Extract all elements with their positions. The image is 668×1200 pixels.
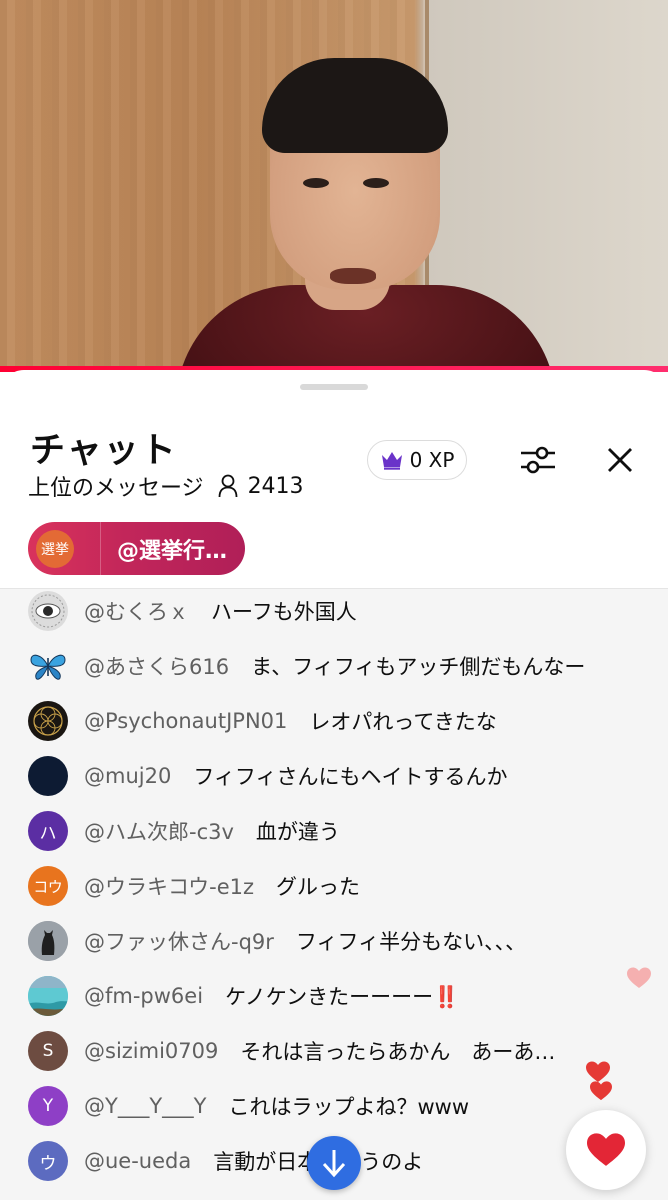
pinned-message-chip[interactable]: 選挙 @選挙行…: [28, 522, 245, 575]
floating-heart-icon: [627, 967, 651, 988]
message-text: グルった: [276, 875, 361, 899]
message-text: フィフィ半分もない、、、: [295, 930, 527, 954]
list-item[interactable]: @ファッ休さん-q9r フィフィ半分もない、、、: [28, 919, 526, 963]
message-author[interactable]: @ファッ休さん-q9r: [84, 926, 274, 956]
sliders-icon: [521, 446, 555, 474]
message-text-body: ケノケンきたーーーー: [225, 985, 434, 1009]
scroll-to-bottom-button[interactable]: [307, 1136, 361, 1190]
arrow-down-icon: [322, 1150, 346, 1178]
list-item[interactable]: @あさくら616 ま、フィフィもアッチ側だもんなー: [28, 644, 585, 688]
avatar[interactable]: [28, 921, 68, 961]
viewer-count: 2413: [218, 474, 304, 499]
sea-photo-icon: [28, 976, 68, 1016]
eye-photo-icon: [28, 591, 68, 631]
message-author[interactable]: @むくろｘ: [84, 596, 189, 626]
list-item[interactable]: ハ @ハム次郎-c3v 血が違う: [28, 809, 340, 853]
list-item[interactable]: Y @Y___Y___Y これはラップよね？www: [28, 1084, 469, 1128]
cat-photo-icon: [28, 921, 68, 961]
heart-reaction-button[interactable]: [566, 1110, 646, 1190]
avatar[interactable]: [28, 756, 68, 796]
message-text: ま、フィフィもアッチ側だもんなー: [251, 655, 586, 679]
avatar[interactable]: [28, 701, 68, 741]
person-eye: [363, 178, 389, 188]
message-author[interactable]: @ハム次郎-c3v: [84, 816, 234, 846]
message-author[interactable]: @sizimi0709: [84, 1039, 218, 1063]
avatar[interactable]: [28, 646, 68, 686]
double-exclamation-emoji: ‼️: [433, 985, 460, 1009]
message-author[interactable]: @ue-ueda: [84, 1149, 191, 1173]
person-mouth: [330, 268, 376, 284]
person-eye: [303, 178, 329, 188]
video-player[interactable]: [0, 0, 668, 372]
message-author[interactable]: @ウラキコウ-e1z: [84, 871, 254, 901]
message-text: これはラップよね？www: [228, 1095, 470, 1119]
list-item[interactable]: @fm-pw6ei ケノケンきたーーーー‼️: [28, 974, 459, 1018]
message-text: レオパれってきたな: [309, 710, 497, 734]
xp-button[interactable]: 0 XP: [367, 440, 467, 480]
viewer-count-value: 2413: [247, 473, 304, 499]
xp-label: 0 XP: [409, 448, 455, 472]
list-item[interactable]: @muj20 フィフィさんにもヘイトするんか: [28, 754, 508, 798]
chat-panel: チャット 上位のメッセージ 2413 0 XP 選挙 @選挙行… @むくろｘ ハ…: [0, 370, 668, 1200]
chat-mode-label[interactable]: 上位のメッセージ: [28, 470, 204, 502]
avatar[interactable]: [28, 976, 68, 1016]
avatar[interactable]: S: [28, 1031, 68, 1071]
message-author[interactable]: @あさくら616: [84, 651, 229, 681]
message-author[interactable]: @PsychonautJPN01: [84, 709, 287, 733]
heart-icon: [587, 1133, 625, 1166]
close-icon: [608, 448, 632, 472]
list-item[interactable]: S @sizimi0709 それは言ったらあかん あーあ…: [28, 1029, 555, 1073]
butterfly-icon: [30, 654, 66, 680]
drag-handle[interactable]: [300, 384, 368, 390]
message-text: フィフィさんにもヘイトするんか: [193, 765, 508, 789]
chat-title: チャット: [30, 431, 178, 471]
close-button[interactable]: [598, 440, 642, 480]
list-item[interactable]: コウ @ウラキコウ-e1z グルった: [28, 864, 360, 908]
avatar[interactable]: ハ: [28, 811, 68, 851]
message-author[interactable]: @muj20: [84, 764, 171, 788]
list-item[interactable]: @むくろｘ ハーフも外国人: [28, 589, 357, 633]
person-icon: [218, 474, 237, 498]
avatar[interactable]: [28, 591, 68, 631]
message-text: それは言ったらあかん あーあ…: [240, 1040, 556, 1064]
pinned-badge: 選挙: [36, 529, 74, 568]
list-item[interactable]: @PsychonautJPN01 レオパれってきたな: [28, 699, 497, 743]
crown-icon: [381, 452, 402, 470]
person-hair: [262, 58, 448, 153]
avatar[interactable]: Y: [28, 1086, 68, 1126]
message-list[interactable]: @むくろｘ ハーフも外国人 @あさくら616 ま、フィフィもアッチ側だもんなー: [0, 589, 668, 1200]
message-author[interactable]: @Y___Y___Y: [84, 1094, 206, 1118]
mandala-icon: [33, 706, 63, 736]
chat-subtitle: 上位のメッセージ 2413: [28, 470, 304, 502]
filter-button[interactable]: [516, 440, 560, 480]
pinned-divider: [100, 522, 101, 575]
message-text: ケノケンきたーーーー‼️: [225, 981, 459, 1011]
avatar[interactable]: ウ: [28, 1141, 68, 1181]
message-text: 血が違う: [255, 820, 340, 844]
avatar[interactable]: コウ: [28, 866, 68, 906]
floating-heart-icon: [590, 1081, 612, 1101]
message-text: ハーフも外国人: [211, 600, 357, 624]
pinned-text: @選挙行…: [117, 538, 228, 564]
list-item[interactable]: ウ @ue-ueda 言動が日本ちゃうのよ: [28, 1139, 423, 1183]
message-author[interactable]: @fm-pw6ei: [84, 984, 203, 1008]
